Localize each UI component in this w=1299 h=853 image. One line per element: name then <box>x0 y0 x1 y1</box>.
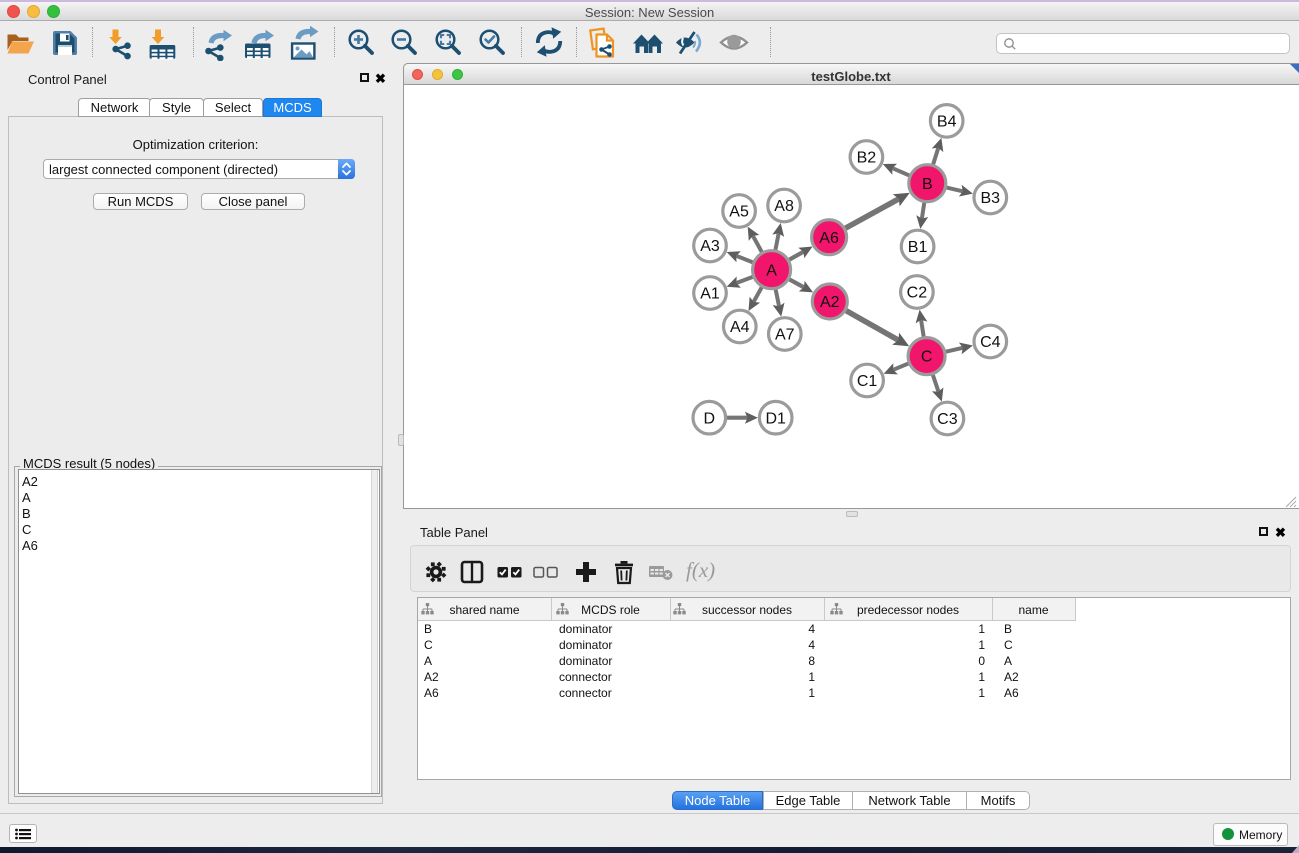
svg-text:A3: A3 <box>700 238 720 255</box>
svg-text:B4: B4 <box>937 114 957 131</box>
svg-text:A: A <box>766 262 777 279</box>
svg-text:A2: A2 <box>820 294 840 311</box>
svg-text:B3: B3 <box>981 190 1001 207</box>
svg-text:C4: C4 <box>980 334 1001 351</box>
svg-text:A8: A8 <box>774 198 794 215</box>
svg-text:C1: C1 <box>857 373 878 390</box>
svg-text:A1: A1 <box>700 286 720 303</box>
svg-text:B: B <box>922 176 933 193</box>
svg-text:B2: B2 <box>857 150 877 167</box>
svg-text:A4: A4 <box>730 319 750 336</box>
svg-text:A5: A5 <box>729 204 749 221</box>
svg-text:C: C <box>921 349 933 366</box>
svg-text:C3: C3 <box>937 411 958 428</box>
svg-text:B1: B1 <box>908 239 928 256</box>
svg-text:A7: A7 <box>775 327 795 344</box>
svg-text:D: D <box>704 410 716 427</box>
svg-text:D1: D1 <box>765 410 786 427</box>
svg-text:A6: A6 <box>819 230 839 247</box>
svg-text:C2: C2 <box>907 285 928 302</box>
